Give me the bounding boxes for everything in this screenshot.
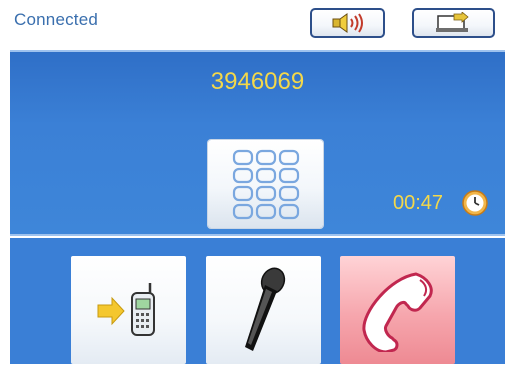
hang-up-icon (361, 272, 433, 352)
transfer-button[interactable] (412, 8, 495, 38)
call-screen: Connected 3946069 00:47 (0, 0, 515, 372)
handover-button[interactable] (71, 256, 186, 364)
action-bar (10, 238, 505, 364)
keypad-button[interactable] (208, 140, 323, 228)
handover-to-phone-icon (97, 283, 155, 336)
hang-up-button[interactable] (340, 256, 455, 364)
clock-icon (462, 190, 488, 216)
speaker-button[interactable] (310, 8, 385, 38)
call-status: Connected (14, 10, 99, 29)
phone-number: 3946069 (210, 68, 305, 95)
call-info-panel: 3946069 00:47 (10, 50, 505, 236)
mute-button[interactable] (206, 256, 321, 364)
keypad-icon (232, 149, 299, 220)
transfer-to-handset-icon (435, 12, 469, 32)
microphone-icon (244, 267, 285, 351)
call-duration: 00:47 (393, 192, 444, 214)
speaker-icon (332, 13, 363, 33)
